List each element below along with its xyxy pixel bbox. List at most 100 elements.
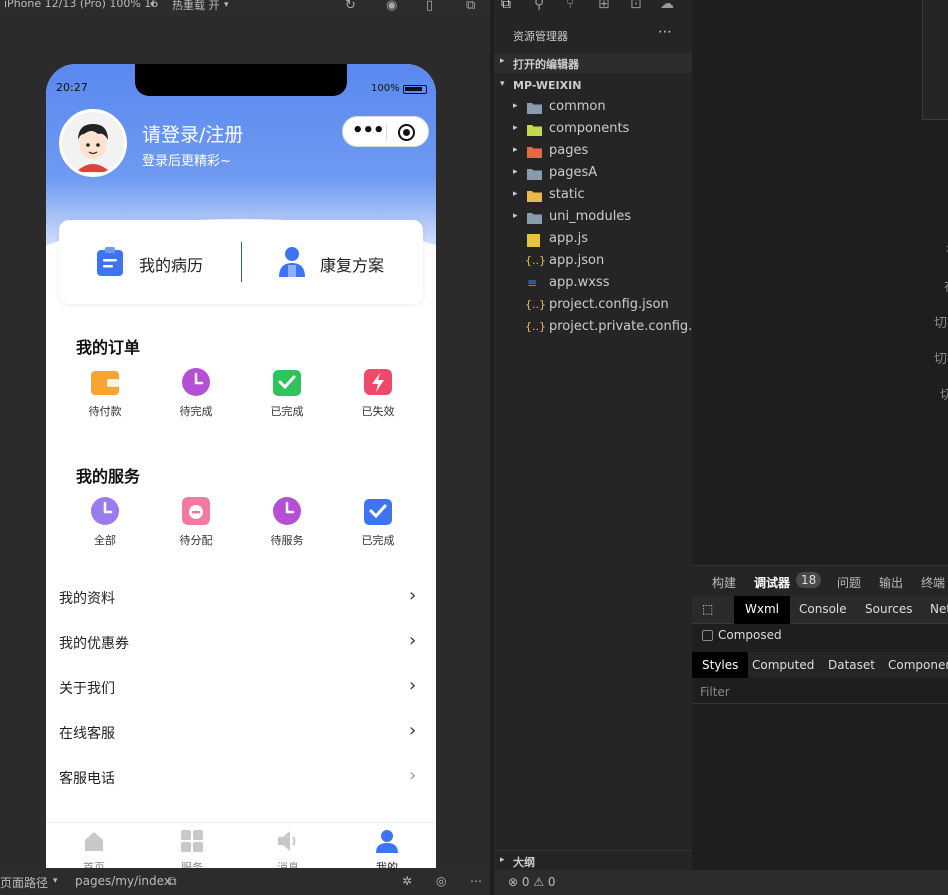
shortcut-hint: 切换侧边栏可见性 bbox=[939, 388, 948, 403]
tree-item[interactable]: ▸ pagesA bbox=[494, 163, 692, 185]
problems-count[interactable]: ⊗ 0 ⚠ 0 bbox=[508, 875, 556, 889]
collapsed-chevron-icon: ▸ bbox=[513, 123, 518, 133]
devtools-subtabs: ⬚ Wxml Console Sources Net bbox=[692, 596, 948, 624]
tree-item[interactable]: ▸ uni_modules bbox=[494, 207, 692, 229]
status-bar: ⊗ 0 ⚠ 0 bbox=[494, 870, 948, 895]
online-service-row[interactable]: 在线客服 › bbox=[46, 711, 436, 756]
tab-computed[interactable]: Computed bbox=[752, 658, 814, 672]
git-icon[interactable]: ⑂ bbox=[566, 0, 574, 12]
tree-item[interactable]: {..} project.private.config.js... bbox=[494, 317, 715, 339]
tree-item[interactable]: app.js bbox=[494, 229, 692, 251]
minus-icon bbox=[181, 496, 211, 526]
project-label: MP-WEIXIN bbox=[513, 79, 582, 92]
more-icon[interactable]: ••• bbox=[352, 120, 385, 141]
tab-styles[interactable]: Styles bbox=[692, 652, 749, 678]
panel-sources[interactable]: Sources bbox=[865, 602, 912, 616]
device-select[interactable]: iPhone 12/13 (Pro) 100% 16 bbox=[4, 0, 158, 10]
service-item[interactable]: 待服务 bbox=[257, 496, 317, 548]
stop-icon[interactable]: ◉ bbox=[386, 0, 397, 13]
explorer-title: 资源管理器 bbox=[513, 30, 568, 43]
order-item[interactable]: 已完成 bbox=[257, 367, 317, 419]
tree-item-label: pages bbox=[549, 143, 589, 158]
panel-wxml[interactable]: Wxml bbox=[734, 596, 790, 624]
miniprogram-capsule: ••• bbox=[342, 116, 429, 147]
hot-reload-dropdown-icon[interactable]: ▾ bbox=[224, 0, 229, 10]
filter-input[interactable]: Filter bbox=[700, 685, 730, 699]
order-item[interactable]: 已失效 bbox=[348, 367, 408, 419]
more-options-icon[interactable]: ⋯ bbox=[470, 874, 482, 888]
extensions-icon[interactable]: ⊞ bbox=[598, 0, 610, 12]
tree-item[interactable]: ≡ app.wxss bbox=[494, 273, 692, 295]
orders-title: 我的订单 bbox=[76, 338, 141, 357]
eye-icon[interactable]: ◎ bbox=[436, 874, 446, 888]
bug-icon[interactable]: ✲ bbox=[402, 874, 412, 888]
medical-record-label: 我的病历 bbox=[139, 256, 204, 275]
chevron-right-icon: › bbox=[409, 585, 417, 606]
explorer-panel: ⧉ ⚲ ⑂ ⊞ ⊡ ☁ 资源管理器 ⋯ ▸ 打开的编辑器 ▾ MP-WEIXIN… bbox=[494, 0, 715, 895]
copy-icon[interactable]: ⧉ bbox=[168, 874, 177, 889]
composed-label: Composed bbox=[718, 628, 782, 642]
shortcut-hint: 在文件中查找 bbox=[944, 276, 948, 295]
tree-item[interactable]: {..} app.json bbox=[494, 251, 692, 273]
collapsed-chevron-icon: ▸ bbox=[513, 189, 518, 199]
medical-record-icon bbox=[97, 247, 123, 276]
chevron-right-icon: › bbox=[409, 720, 417, 741]
service-label: 已完成 bbox=[361, 534, 395, 547]
tab-output[interactable]: 输出 bbox=[879, 574, 903, 591]
panel-console[interactable]: Console bbox=[799, 602, 847, 616]
tab-debugger[interactable]: 调试器 bbox=[754, 574, 790, 591]
tab-build[interactable]: 构建 bbox=[712, 574, 736, 591]
about-us-row[interactable]: 关于我们 › bbox=[46, 666, 436, 711]
outline-section[interactable]: ▸ 大纲 bbox=[494, 850, 692, 870]
open-editors-section[interactable]: ▸ 打开的编辑器 bbox=[494, 53, 692, 73]
files-icon[interactable]: ⧉ bbox=[501, 0, 511, 12]
tree-item[interactable]: {..} project.config.json bbox=[494, 295, 692, 317]
my-profile-row[interactable]: 我的资料 › bbox=[46, 576, 436, 621]
preview-icon[interactable]: ⊡ bbox=[630, 0, 642, 12]
search-icon[interactable]: ⚲ bbox=[534, 0, 544, 12]
service-item[interactable]: 全部 bbox=[75, 496, 135, 548]
login-title[interactable]: 请登录/注册 bbox=[142, 120, 243, 147]
clock-icon bbox=[272, 496, 302, 526]
order-item[interactable]: 待完成 bbox=[166, 367, 226, 419]
path-dropdown-icon[interactable]: ▾ bbox=[53, 876, 58, 886]
menu-label: 客服电话 bbox=[59, 771, 115, 787]
project-section[interactable]: ▾ MP-WEIXIN bbox=[494, 76, 692, 96]
devtools-tabs: 构建 调试器 18 问题 输出 终端 bbox=[692, 566, 948, 596]
service-item[interactable]: 待分配 bbox=[166, 496, 226, 548]
home-icon bbox=[85, 832, 103, 851]
tab-issues[interactable]: 问题 bbox=[837, 574, 861, 591]
tab-dataset[interactable]: Dataset bbox=[828, 658, 875, 672]
rehab-plan-button[interactable]: 康复方案 bbox=[259, 220, 409, 304]
tree-item[interactable]: ▸ pages bbox=[494, 141, 692, 163]
refresh-icon[interactable]: ↻ bbox=[345, 0, 356, 13]
phone-icon[interactable]: ▯ bbox=[426, 0, 433, 13]
inspect-icon[interactable]: ⬚ bbox=[702, 602, 713, 616]
tree-item[interactable]: ▸ static bbox=[494, 185, 692, 207]
page-path-label: 页面路径 bbox=[0, 876, 49, 890]
medical-record-button[interactable]: 我的病历 bbox=[79, 220, 229, 304]
avatar[interactable] bbox=[59, 109, 127, 177]
hot-reload-toggle[interactable]: 热重载 开 bbox=[172, 0, 220, 13]
tab-terminal[interactable]: 终端 bbox=[921, 574, 945, 591]
debug-icon[interactable]: ☁ bbox=[660, 0, 674, 12]
tab-component[interactable]: Component bbox=[888, 658, 948, 672]
collapsed-chevron-icon: ▸ bbox=[500, 855, 505, 865]
service-item[interactable]: 已完成 bbox=[348, 496, 408, 548]
my-coupons-row[interactable]: 我的优惠券 › bbox=[46, 621, 436, 666]
order-item[interactable]: 待付款 bbox=[75, 367, 135, 419]
device-dropdown-icon[interactable]: ▾ bbox=[150, 0, 155, 10]
collapsed-chevron-icon: ▸ bbox=[513, 145, 518, 155]
composed-checkbox[interactable] bbox=[702, 630, 713, 641]
tree-item[interactable]: ▸ components bbox=[494, 119, 692, 141]
explorer-more-icon[interactable]: ⋯ bbox=[658, 24, 672, 40]
panel-network[interactable]: Net bbox=[930, 602, 948, 616]
popout-icon[interactable]: ⧉ bbox=[466, 0, 475, 13]
close-miniprogram-icon[interactable] bbox=[398, 124, 415, 141]
clock-icon bbox=[181, 367, 211, 397]
order-label: 待付款 bbox=[88, 405, 122, 418]
tree-item[interactable]: ▸ common bbox=[494, 97, 692, 119]
json-file-icon: {..} bbox=[525, 320, 546, 333]
service-phone-row[interactable]: 客服电话 › bbox=[46, 756, 436, 801]
wallet-icon bbox=[90, 367, 120, 397]
